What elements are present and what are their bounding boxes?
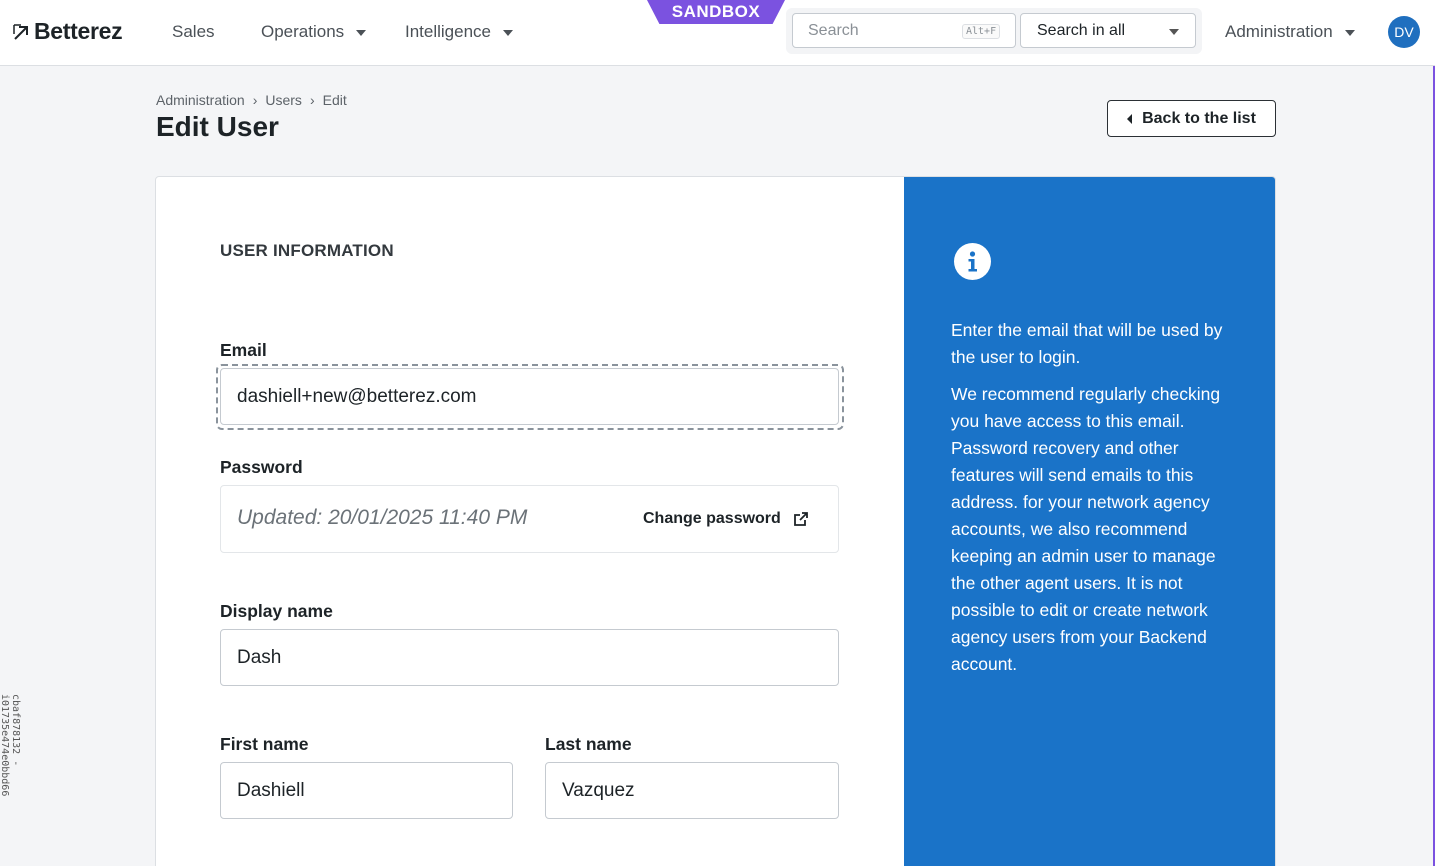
nav-operations[interactable]: Operations — [261, 22, 367, 42]
last-name-label: Last name — [545, 734, 632, 754]
info-icon — [954, 243, 991, 280]
caret-down-icon — [1344, 30, 1355, 36]
search-scope-select[interactable]: Search in all — [1020, 13, 1196, 48]
caret-down-icon — [356, 30, 367, 36]
breadcrumb-separator: › — [252, 92, 258, 108]
password-box: Updated: 20/01/2025 11:40 PM Change pass… — [220, 485, 839, 553]
page-title: Edit User — [156, 111, 279, 142]
search-scope-label: Search in all — [1037, 22, 1126, 39]
caret-left-icon — [1127, 113, 1133, 124]
info-paragraph: Enter the email that will be used by the… — [951, 320, 1223, 367]
user-form-card: USER INFORMATION Email dashiell+new@bett… — [155, 176, 1276, 866]
password-updated-text: Updated: 20/01/2025 11:40 PM — [237, 506, 528, 529]
user-avatar[interactable]: DV — [1388, 16, 1420, 48]
caret-down-icon — [1169, 29, 1179, 35]
sandbox-badge: SANDBOX — [647, 0, 785, 24]
search-shortcut-hint: Alt+F — [962, 24, 1001, 39]
breadcrumb-users[interactable]: Users — [265, 92, 302, 108]
email-label: Email — [220, 340, 267, 360]
info-paragraph: We recommend regularly checking you have… — [951, 384, 1221, 674]
breadcrumb-edit: Edit — [322, 92, 347, 108]
nav-intelligence[interactable]: Intelligence — [405, 22, 514, 42]
nav-administration-label: Administration — [1225, 22, 1333, 41]
display-name-field[interactable]: Dash — [220, 629, 839, 686]
info-panel: Enter the email that will be used by the… — [904, 177, 1275, 866]
change-password-label: Change password — [643, 510, 781, 527]
change-password-link[interactable]: Change password — [643, 510, 809, 528]
info-text: Enter the email that will be used by the… — [951, 317, 1241, 678]
breadcrumb-administration[interactable]: Administration — [156, 92, 245, 108]
caret-down-icon — [503, 30, 514, 36]
nav-operations-label: Operations — [261, 22, 345, 41]
nav-administration[interactable]: Administration — [1225, 22, 1355, 42]
logo-arrow-icon — [13, 23, 28, 40]
breadcrumb-separator: › — [309, 92, 315, 108]
section-title: USER INFORMATION — [220, 241, 394, 260]
breadcrumb: Administration › Users › Edit — [156, 92, 347, 108]
nav-intelligence-label: Intelligence — [405, 22, 492, 41]
password-label: Password — [220, 457, 303, 477]
nav-sales-label: Sales — [172, 22, 215, 41]
back-to-list-button[interactable]: Back to the list — [1107, 100, 1276, 137]
email-field[interactable]: dashiell+new@betterez.com — [220, 368, 839, 425]
betterez-logo[interactable]: Betterez — [12, 18, 123, 45]
display-name-label: Display name — [220, 601, 333, 621]
top-navbar: Betterez Sales Operations Intelligence S… — [0, 0, 1435, 66]
build-id-text: cbaf878132 - i01735e474e0bbd66 — [0, 694, 21, 797]
first-name-label: First name — [220, 734, 309, 754]
nav-sales[interactable]: Sales — [172, 22, 215, 42]
back-to-list-label: Back to the list — [1142, 109, 1256, 127]
external-link-icon — [793, 512, 808, 526]
last-name-field[interactable]: Vazquez — [545, 762, 839, 819]
logo-text: Betterez — [34, 18, 123, 44]
first-name-field[interactable]: Dashiell — [220, 762, 513, 819]
